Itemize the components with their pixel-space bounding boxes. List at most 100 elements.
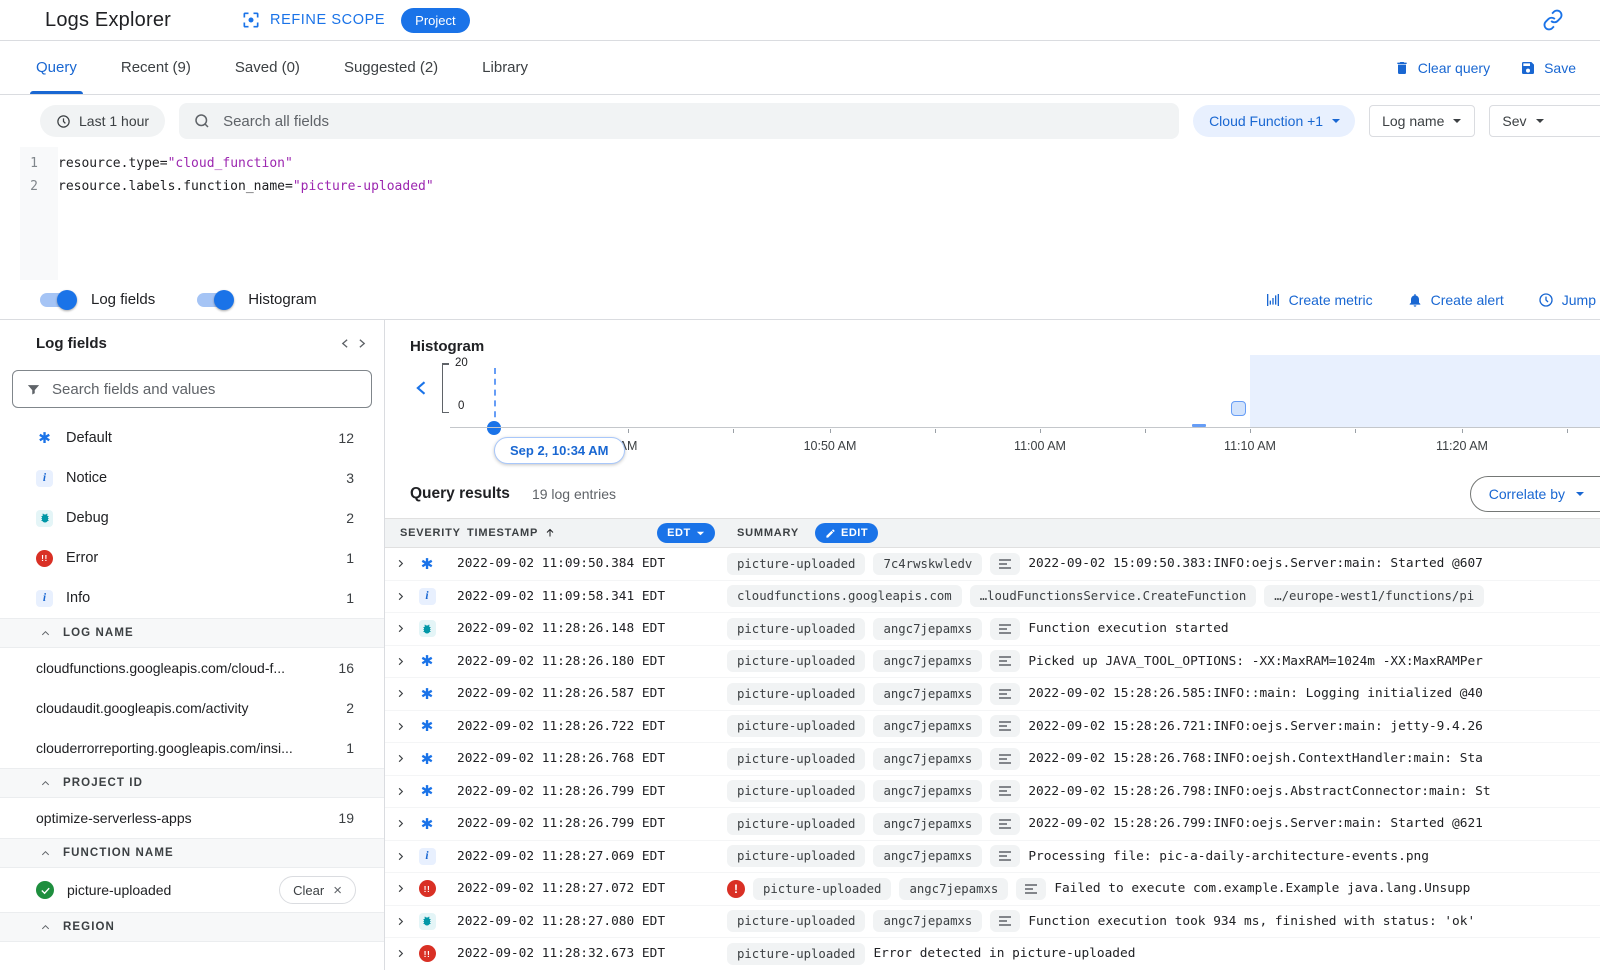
expand-row-icon[interactable] [385,591,409,602]
section-header-log-name[interactable]: LOG NAME [0,618,384,648]
summary-chip[interactable]: picture-uploaded [753,878,891,900]
section-header-region[interactable]: REGION [0,912,384,942]
log-lines-icon[interactable] [990,715,1020,737]
expand-row-icon[interactable] [385,851,409,862]
query-editor[interactable]: 1resource.type="cloud_function"2resource… [0,147,1600,280]
expand-row-icon[interactable] [385,818,409,829]
log-field-severity-default[interactable]: ✱Default12 [0,418,384,458]
share-link-icon[interactable] [1542,9,1564,31]
filter-chip-resource-type[interactable]: Cloud Function +1 [1193,105,1355,137]
clear-filter-button[interactable]: Clear× [279,876,356,904]
summary-chip[interactable]: angc7jepamxs [873,618,982,640]
log-entry-row[interactable]: ✱2022-09-02 11:28:26.587 EDTpicture-uplo… [385,678,1600,711]
create-metric-button[interactable]: Create metric [1265,292,1373,308]
log-entry-row[interactable]: ✱2022-09-02 11:28:26.180 EDTpicture-uplo… [385,646,1600,679]
summary-chip[interactable]: picture-uploaded [727,813,865,835]
histogram-toggle[interactable]: Histogram [197,291,316,308]
summary-chip[interactable]: picture-uploaded [727,683,865,705]
time-selection-pill[interactable]: Sep 2, 10:34 AM [494,437,625,464]
edit-summary-button[interactable]: EDIT [815,523,878,543]
section-header-project-id[interactable]: PROJECT ID [0,768,384,798]
expand-row-icon[interactable] [385,688,409,699]
log-lines-icon[interactable] [990,780,1020,802]
log-field-severity-info[interactable]: iInfo1 [0,578,384,618]
log-field-severity-debug[interactable]: Debug2 [0,498,384,538]
search-input[interactable] [223,113,1165,130]
expand-row-icon[interactable] [385,883,409,894]
log-entry-row[interactable]: !!2022-09-02 11:28:32.673 EDTpicture-upl… [385,938,1600,970]
summary-chip[interactable]: angc7jepamxs [873,715,982,737]
expand-row-icon[interactable] [385,786,409,797]
log-entry-row[interactable]: !!2022-09-02 11:28:27.072 EDT!picture-up… [385,873,1600,906]
log-entry-row[interactable]: ✱2022-09-02 11:09:50.384 EDTpicture-uplo… [385,548,1600,581]
summary-chip[interactable]: picture-uploaded [727,748,865,770]
selection-start-handle[interactable] [487,421,501,435]
scope-project-badge[interactable]: Project [401,8,469,33]
summary-chip[interactable]: 7c4rwskwledv [873,553,982,575]
log-lines-icon[interactable] [990,910,1020,932]
log-entry-row[interactable]: 2022-09-02 11:28:27.080 EDTpicture-uploa… [385,906,1600,939]
histogram-range-handle[interactable] [1231,401,1246,416]
summary-chip[interactable]: picture-uploaded [727,780,865,802]
summary-chip[interactable]: picture-uploaded [727,618,865,640]
log-field-item[interactable]: cloudaudit.googleapis.com/activity2 [0,688,384,728]
log-entry-row[interactable]: i2022-09-02 11:28:27.069 EDTpicture-uplo… [385,841,1600,874]
log-field-severity-error[interactable]: !!Error1 [0,538,384,578]
panel-resize-controls[interactable] [339,337,368,350]
log-entry-row[interactable]: ✱2022-09-02 11:28:26.722 EDTpicture-uplo… [385,711,1600,744]
summary-chip[interactable]: angc7jepamxs [873,748,982,770]
summary-chip[interactable]: angc7jepamxs [873,910,982,932]
summary-chip[interactable]: cloudfunctions.googleapis.com [727,585,962,607]
log-field-item[interactable]: clouderrorreporting.googleapis.com/insi.… [0,728,384,768]
summary-chip[interactable]: picture-uploaded [727,553,865,575]
correlate-by-button[interactable]: Correlate by [1470,476,1600,512]
summary-chip[interactable]: angc7jepamxs [873,650,982,672]
section-header-function-name[interactable]: FUNCTION NAME [0,838,384,868]
log-entry-row[interactable]: 2022-09-02 11:28:26.148 EDTpicture-uploa… [385,613,1600,646]
log-lines-icon[interactable] [990,845,1020,867]
expand-row-icon[interactable] [385,623,409,634]
log-lines-icon[interactable] [990,618,1020,640]
tab-suggested[interactable]: Suggested (2) [344,41,438,94]
sort-ascending-icon[interactable] [544,527,556,539]
time-range-button[interactable]: Last 1 hour [40,105,165,137]
tab-library[interactable]: Library [482,41,528,94]
summary-chip[interactable]: …loudFunctionsService.CreateFunction [970,585,1257,607]
log-lines-icon[interactable] [990,553,1020,575]
log-field-item[interactable]: optimize-serverless-apps19 [0,798,384,838]
expand-row-icon[interactable] [385,558,409,569]
timezone-selector-button[interactable]: EDT [657,523,715,543]
search-all-fields-box[interactable] [179,103,1179,139]
filter-chip-severity[interactable]: Sev [1489,105,1600,137]
tab-query[interactable]: Query [36,41,77,94]
histogram-highlighted-region[interactable] [1250,355,1600,427]
log-lines-icon[interactable] [990,650,1020,672]
summary-chip[interactable]: picture-uploaded [727,943,865,965]
jump-to-now-button[interactable]: Jump [1538,292,1596,308]
tab-saved[interactable]: Saved (0) [235,41,300,94]
clear-query-button[interactable]: Clear query [1394,60,1490,76]
log-field-item[interactable]: cloudfunctions.googleapis.com/cloud-f...… [0,648,384,688]
filter-chip-log-name[interactable]: Log name [1369,105,1475,137]
log-entry-row[interactable]: i2022-09-02 11:09:58.341 EDTcloudfunctio… [385,581,1600,614]
expand-row-icon[interactable] [385,948,409,959]
summary-chip[interactable]: …/europe-west1/functions/pi [1264,585,1484,607]
hist​ogram-plot[interactable] [450,360,1600,428]
log-field-severity-notice[interactable]: iNotice3 [0,458,384,498]
summary-chip[interactable]: angc7jepamxs [873,813,982,835]
log-entry-row[interactable]: ✱2022-09-02 11:28:26.799 EDTpicture-uplo… [385,776,1600,809]
expand-row-icon[interactable] [385,721,409,732]
fields-search-input[interactable] [52,381,358,398]
summary-chip[interactable]: picture-uploaded [727,715,865,737]
save-button[interactable]: Save [1520,60,1576,76]
summary-chip[interactable]: picture-uploaded [727,845,865,867]
summary-chip[interactable]: angc7jepamxs [873,845,982,867]
summary-chip[interactable]: angc7jepamxs [873,683,982,705]
expand-row-icon[interactable] [385,916,409,927]
log-lines-icon[interactable] [990,683,1020,705]
log-entry-row[interactable]: ✱2022-09-02 11:28:26.768 EDTpicture-uplo… [385,743,1600,776]
log-fields-toggle[interactable]: Log fields [40,291,155,308]
summary-chip[interactable]: angc7jepamxs [873,780,982,802]
refine-scope-button[interactable]: REFINE SCOPE [241,10,385,30]
tab-recent[interactable]: Recent (9) [121,41,191,94]
